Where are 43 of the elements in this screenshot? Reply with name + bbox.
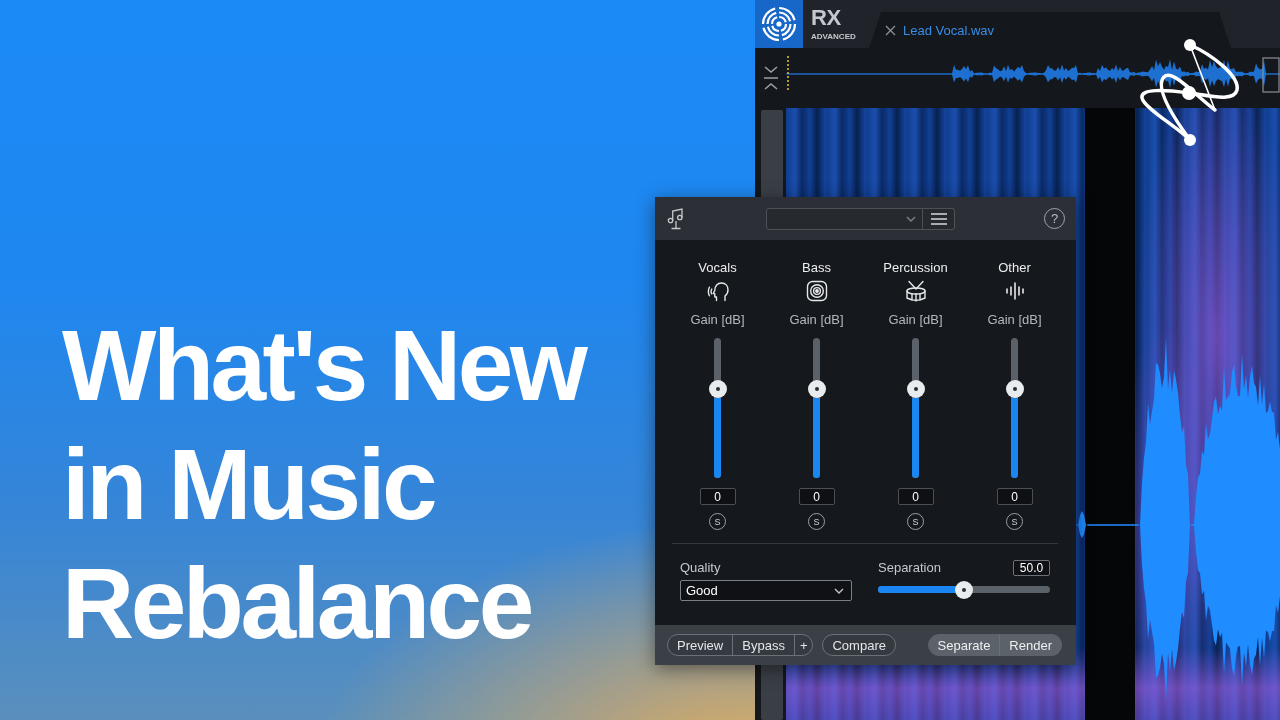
menu-button[interactable] — [923, 207, 955, 230]
slider-thumb[interactable] — [955, 580, 974, 599]
gain-label: Gain [dB] — [888, 312, 943, 328]
gain-label: Gain [dB] — [690, 312, 745, 328]
gain-value-field[interactable]: 0 — [798, 488, 835, 505]
quality-dropdown[interactable]: Good — [680, 580, 852, 601]
source-name: Vocals — [698, 260, 737, 276]
collapse-icon[interactable] — [762, 65, 779, 91]
toolbar-button[interactable]: + — [793, 634, 814, 656]
gain-label: Gain [dB] — [987, 312, 1042, 328]
drum-icon — [904, 280, 927, 302]
gain-label: Gain [dB] — [789, 312, 844, 328]
chevron-down-icon — [906, 215, 916, 222]
source-name: Percussion — [883, 260, 948, 276]
source-name: Bass — [802, 260, 831, 276]
toolbar-button[interactable]: Render — [999, 634, 1062, 656]
gain-value-field[interactable]: 0 — [897, 488, 934, 505]
gain-value-field[interactable]: 0 — [699, 488, 736, 505]
gain-value-field[interactable]: 0 — [996, 488, 1033, 505]
toolbar-button[interactable]: Bypass — [732, 634, 795, 656]
menu-icon — [930, 212, 947, 225]
music-notes-icon — [667, 207, 685, 230]
quality-label: Quality — [680, 560, 722, 576]
slider-thumb[interactable] — [1005, 380, 1024, 399]
slider-thumb[interactable] — [807, 380, 826, 399]
toolbar-button[interactable]: Preview — [667, 634, 734, 656]
brand-name: RX — [811, 7, 841, 29]
slider-thumb[interactable] — [708, 380, 727, 399]
separation-label: Separation — [878, 560, 941, 576]
separation-value-field[interactable]: 50.0 — [1013, 560, 1050, 576]
toolbar-button[interactable]: Separate — [927, 634, 1001, 656]
headline: What's New in Music Rebalance — [62, 308, 585, 661]
sound-bars-icon — [1003, 280, 1026, 302]
chevron-down-icon — [834, 587, 844, 594]
source-name: Other — [998, 260, 1031, 276]
file-tab[interactable]: Lead Vocal.wav — [869, 12, 1231, 48]
rings-logo-icon — [755, 0, 803, 48]
close-icon[interactable] — [885, 24, 896, 36]
brand-edition: ADVANCED — [811, 32, 856, 42]
speaker-icon — [805, 280, 828, 302]
slider-thumb[interactable] — [906, 380, 925, 399]
toolbar-button[interactable]: Compare — [822, 634, 896, 656]
singing-head-icon — [706, 280, 729, 302]
